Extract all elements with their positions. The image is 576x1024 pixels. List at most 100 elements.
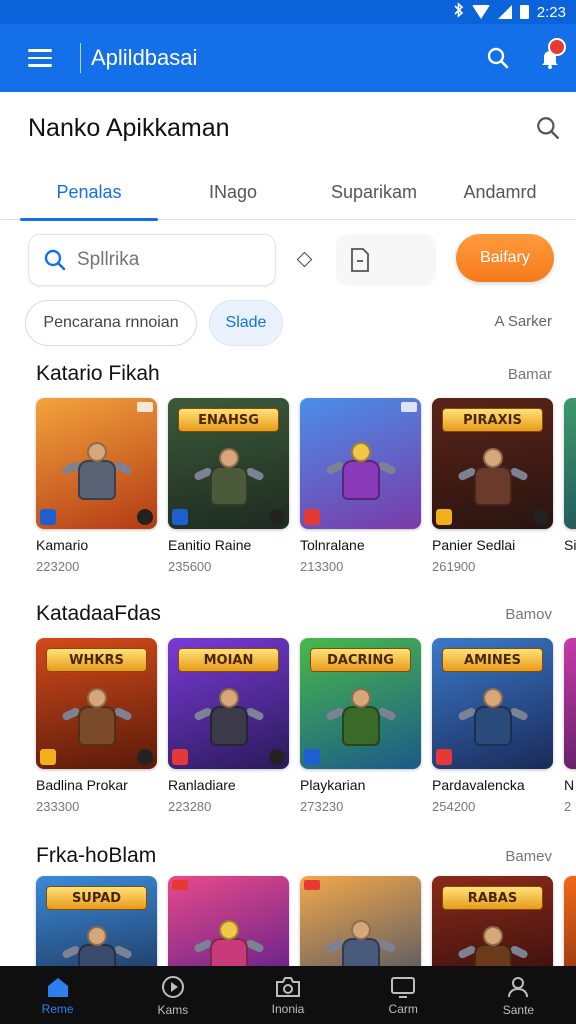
home-icon [47,977,68,997]
game-thumbnail: WHKRS [36,638,157,769]
chip-row: Pencarana rnnoian Slade A Sarker [0,300,576,346]
bluetooth-icon [454,2,464,22]
nav-carm[interactable]: Carm [346,966,461,1024]
page-search-button[interactable] [520,115,576,141]
game-thumbnail: SUPAD [36,876,157,966]
game-card[interactable]: SUPAD [36,876,157,966]
search-field[interactable] [28,234,276,286]
game-logo: WHKRS [46,648,147,672]
section-title: KatadaaFdas [36,602,161,625]
section-2: KatadaaFdas Bamov WHKRS Badlina Prokar 2… [0,598,576,818]
profile-icon [508,976,529,997]
game-card[interactable] [300,876,421,966]
game-logo: RABAS [442,886,543,910]
game-logo: SUPAD [46,886,147,910]
page-header: Nanko Apikkaman [0,92,576,164]
game-card[interactable]: Tolnralane 213300 [300,398,421,574]
game-card[interactable]: N 2 [564,638,576,814]
status-time: 2:23 [536,3,566,21]
game-logo: ENAHSG [178,408,279,432]
search-icon [537,117,559,139]
game-name: Panier Sedlai [432,537,516,553]
game-card[interactable]: MOIAN Ranladiare 223280 [168,638,289,814]
section-3: Frka-hoBlam Bamev SUPAD RABAS [0,840,576,966]
rating-icon [137,402,153,412]
nav-home[interactable]: Reme [0,966,115,1024]
chip-slade[interactable]: Slade [209,300,283,346]
game-logo: PIRAXIS [442,408,543,432]
chip-pencarana[interactable]: Pencarana rnnoian [25,300,197,346]
section-more-link[interactable]: Bamar [508,366,552,383]
brand-icon [40,509,56,525]
section-more-link[interactable]: Bamev [505,848,552,865]
game-card[interactable] [168,876,289,966]
brand-icon [172,509,188,525]
wifi-icon [471,5,490,19]
app-title: Aplildbasai [91,45,198,70]
sort-label[interactable]: A Sarker [494,313,552,330]
brand-icon [304,509,320,525]
game-thumbnail [168,876,289,966]
game-count: 223280 [168,799,212,814]
game-card[interactable]: AMINES Pardavalencka 254200 [432,638,553,814]
document-button[interactable] [336,234,436,286]
info-icon [533,509,549,525]
game-count: 223200 [36,559,80,574]
game-name: Kamario [36,537,89,553]
info-icon [269,509,285,525]
game-count: 273230 [300,799,344,814]
menu-icon[interactable] [0,24,80,92]
section-more-link[interactable]: Bamov [505,606,552,623]
game-card[interactable]: WHKRS Badlina Prokar 233300 [36,638,157,814]
game-card[interactable] [564,876,576,966]
notification-badge [548,38,566,56]
brand-icon [172,880,188,890]
notification-button[interactable] [524,24,576,92]
section-1: Katario Fikah Bamar Kamario 223200 ENAHS… [0,358,576,578]
info-icon [137,509,153,525]
game-thumbnail: ENAHSG [168,398,289,529]
tab-penalas[interactable]: Penalas [20,164,158,221]
game-logo: AMINES [442,648,543,672]
diamond-icon[interactable] [296,251,313,268]
game-thumbnail [564,638,576,769]
nav-label: Sante [502,1002,535,1017]
game-card[interactable]: ENAHSG Eanitio Rainе 235600 [168,398,289,574]
game-name: Ranladiare [168,777,236,793]
game-card[interactable]: DACRING Playkarian 273230 [300,638,421,814]
nav-inonia[interactable]: Inonia [230,966,345,1024]
game-count: 235600 [168,559,212,574]
game-card[interactable]: Kamario 223200 [36,398,157,574]
brand-icon [304,749,320,765]
play-circle-icon [161,975,184,998]
info-icon [269,749,285,765]
game-name: N [564,777,575,793]
game-card[interactable]: Si [564,398,576,559]
signal-icon [497,5,512,19]
search-input[interactable] [77,249,257,271]
tab-bar: Penalas INago Suparikam Andamrd [0,164,576,221]
page-title: Nanko Apikkaman [28,113,230,142]
nav-label: Inonia [271,1001,305,1016]
game-name: Tolnralane [300,537,365,553]
tab-andamrd[interactable]: Andamrd [440,164,560,220]
search-icon [487,47,509,69]
game-card[interactable]: RABAS [432,876,553,966]
rating-icon [401,402,417,412]
game-thumbnail: MOIAN [168,638,289,769]
document-icon [351,248,369,272]
brand-icon [40,749,56,765]
game-name: Badlina Prokar [36,777,128,793]
game-thumbnail: AMINES [432,638,553,769]
section-title: Katario Fikah [36,362,160,385]
nav-sante[interactable]: Sante [461,966,576,1024]
game-card[interactable]: PIRAXIS Panier Sedlai 261900 [432,398,553,574]
status-bar: 2:23 [0,0,576,24]
nav-kams[interactable]: Kams [115,966,230,1024]
brand-icon [436,509,452,525]
tab-suparikam[interactable]: Suparikam [308,164,440,220]
filter-button[interactable]: Baifary [456,234,554,282]
search-button[interactable] [472,24,524,92]
search-icon [44,249,66,271]
tab-inago[interactable]: INago [158,164,308,220]
